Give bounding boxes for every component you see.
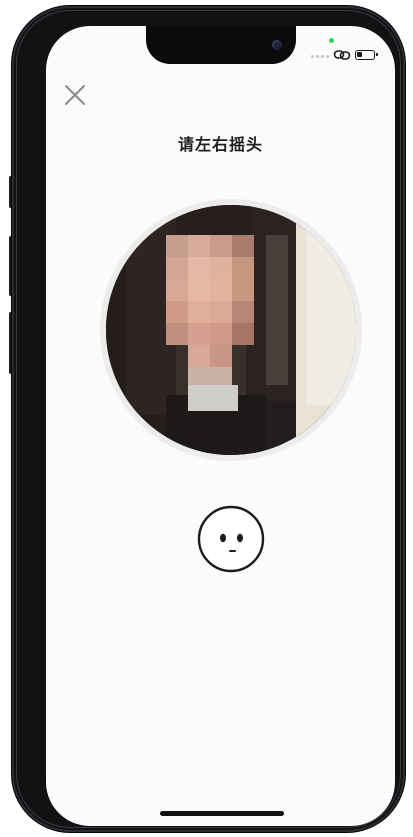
front-camera <box>272 40 282 50</box>
face-icon <box>197 505 265 573</box>
home-indicator[interactable] <box>160 811 284 816</box>
pixelated-face-image <box>106 205 356 455</box>
close-button[interactable] <box>62 82 88 108</box>
instruction-title: 请左右摇头 <box>177 135 263 154</box>
camera-in-use-indicator <box>329 38 334 43</box>
phone-frame: 请左右摇头 <box>12 6 405 832</box>
notch <box>146 26 296 64</box>
camera-preview <box>106 205 356 455</box>
signal-icon <box>311 55 329 58</box>
screen: 请左右摇头 <box>46 26 395 826</box>
close-icon <box>65 85 85 105</box>
face-capture-frame <box>100 199 362 461</box>
device-mockup: 请左右摇头 <box>0 0 413 837</box>
link-icon <box>333 50 351 60</box>
battery-icon <box>355 50 378 60</box>
status-bar <box>309 34 379 64</box>
